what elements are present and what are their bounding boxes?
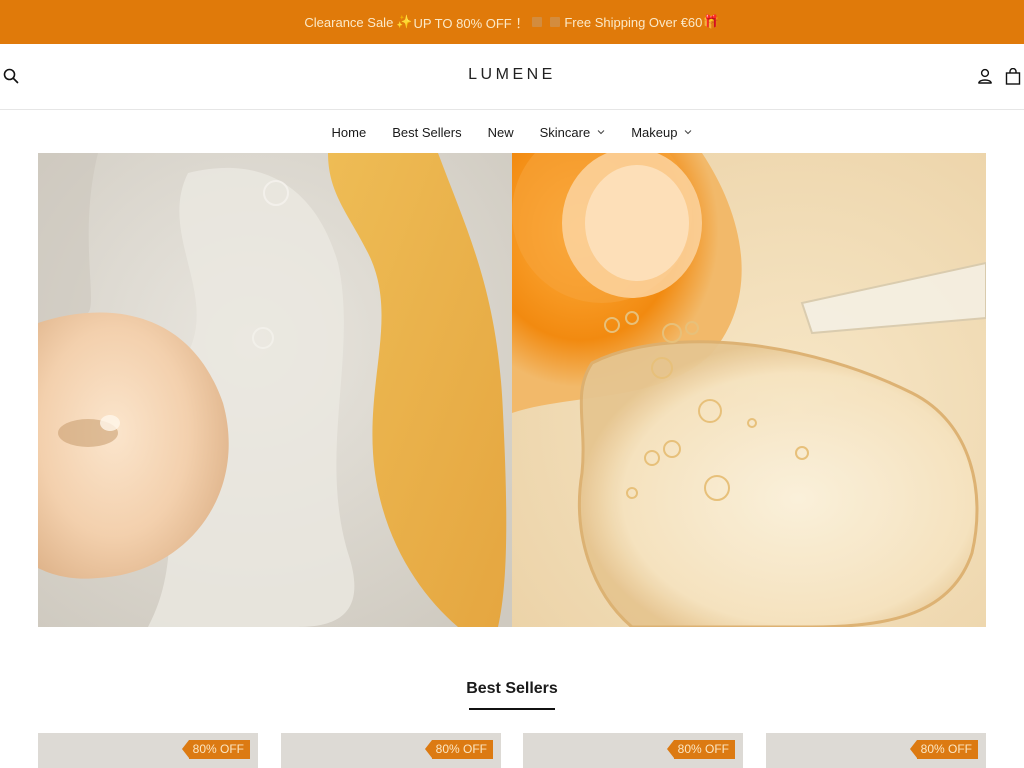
announcement-text-sale: Clearance Sale xyxy=(304,14,394,30)
nav-item-new[interactable]: New xyxy=(475,111,527,153)
nav-label: Makeup xyxy=(631,124,678,140)
nav-label: New xyxy=(487,124,514,140)
section-title-best-sellers: Best Sellers xyxy=(466,680,558,697)
nav-label: Home xyxy=(331,124,367,140)
serum-bottle-illustration xyxy=(512,153,986,627)
product-card[interactable]: 80% OFF xyxy=(281,733,501,768)
gift-icon: 🎁 xyxy=(703,14,720,29)
section-title-underline xyxy=(469,708,555,710)
product-card[interactable]: 80% OFF xyxy=(766,733,986,768)
decoration-icon xyxy=(532,17,543,27)
nav-item-skincare[interactable]: Skincare xyxy=(527,111,619,153)
hero-image-left xyxy=(38,153,512,627)
sparkle-icon: ✨ xyxy=(396,14,413,29)
chevron-down-icon xyxy=(685,130,692,135)
discount-badge: 80% OFF xyxy=(424,740,493,759)
nav-item-home[interactable]: Home xyxy=(319,111,380,153)
product-card[interactable]: 80% OFF xyxy=(38,733,258,768)
announcement-bar[interactable]: Clearance Sale ✨ UP TO 80% OFF ！ Free Sh… xyxy=(0,0,1024,44)
nav-item-makeup[interactable]: Makeup xyxy=(618,111,705,153)
site-header: LUMENE xyxy=(0,44,1024,110)
announcement-text-shipping: Free Shipping Over €60 xyxy=(564,14,703,30)
main-nav: Home Best Sellers New Skincare Makeup xyxy=(0,111,1024,153)
cart-button[interactable] xyxy=(1004,66,1022,86)
nav-item-best-sellers[interactable]: Best Sellers xyxy=(379,111,474,153)
creamy-serum-illustration xyxy=(38,153,512,627)
account-button[interactable] xyxy=(976,66,994,86)
discount-badge: 80% OFF xyxy=(666,740,735,759)
nav-label: Skincare xyxy=(539,124,591,140)
decoration-icon xyxy=(550,17,561,27)
nav-label: Best Sellers xyxy=(392,124,462,140)
discount-badge: 80% OFF xyxy=(909,740,978,759)
brand-logo[interactable]: LUMENE xyxy=(0,66,1024,84)
product-card[interactable]: 80% OFF xyxy=(523,733,743,768)
chevron-down-icon xyxy=(597,130,605,135)
account-icon xyxy=(978,68,992,84)
shopping-bag-icon xyxy=(1005,67,1021,85)
hero-banner[interactable] xyxy=(38,153,986,627)
discount-badge: 80% OFF xyxy=(181,740,250,759)
announcement-text-discount: UP TO 80% OFF ！ xyxy=(413,15,529,31)
logo-text: LUMENE xyxy=(468,66,556,83)
hero-image-right xyxy=(512,153,986,627)
